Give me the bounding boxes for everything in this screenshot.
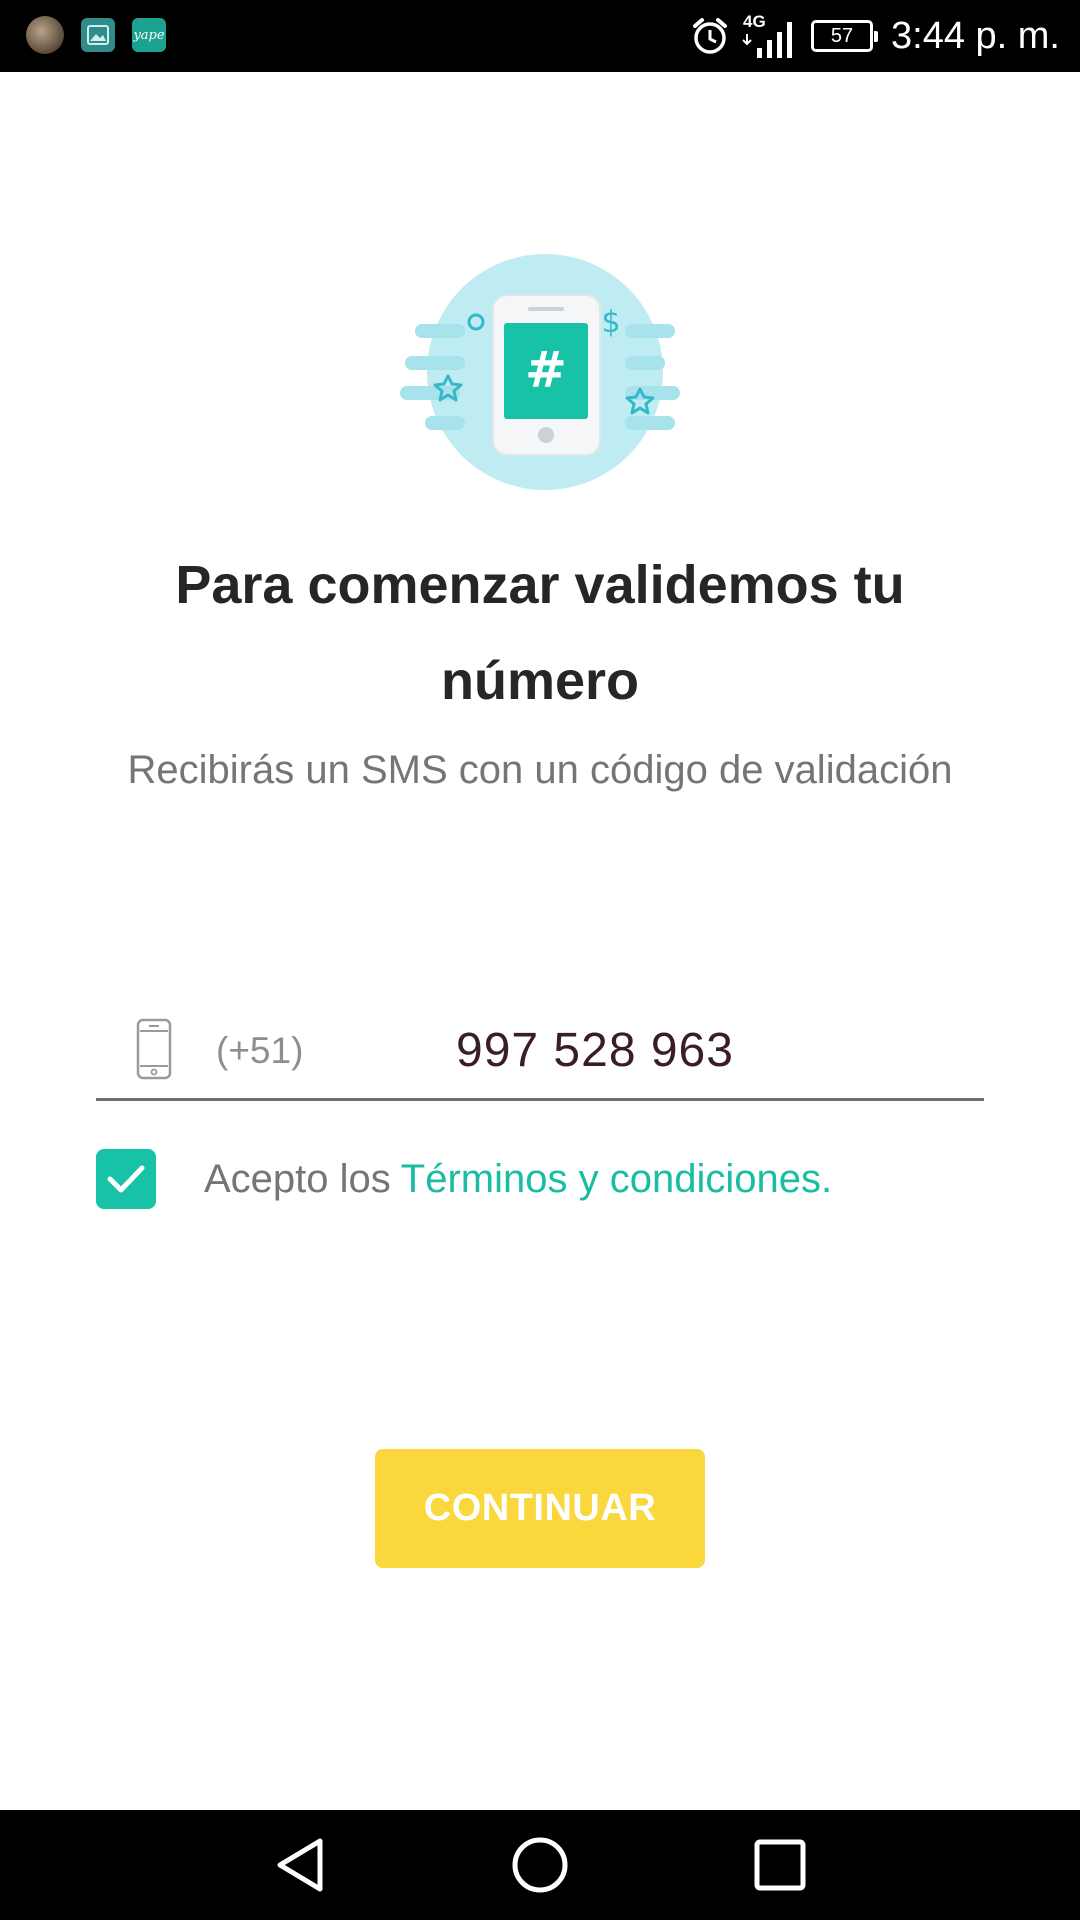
screen: yape 4G 57 3:44 p. m. # $ Para comenzar … [0, 0, 1080, 1920]
continue-button[interactable]: CONTINUAR [375, 1449, 705, 1568]
page-title: Para comenzar validemos tu número [175, 555, 905, 711]
country-code: (+51) [216, 1030, 304, 1071]
alarm-icon [693, 18, 728, 54]
checkmark-icon [107, 1165, 145, 1193]
home-icon [512, 1837, 568, 1893]
network-indicator: 4G [741, 12, 799, 60]
terms-prefix: Acepto los [204, 1156, 391, 1201]
sms-validation-illustration: # $ [400, 254, 680, 490]
system-status: 4G 57 3:44 p. m. [691, 10, 1060, 62]
terms-row: Acepto los Términos y condiciones. [96, 1148, 832, 1210]
status-bar: yape 4G 57 3:44 p. m. [0, 0, 1080, 72]
phone-number-input[interactable]: 997 528 963 [456, 1023, 734, 1078]
back-button[interactable] [265, 1830, 335, 1900]
smartphone-icon [136, 1018, 172, 1080]
gallery-icon [81, 18, 115, 52]
battery-level: 57 [830, 24, 854, 47]
terms-checkbox[interactable] [96, 1149, 156, 1209]
svg-text:#: # [525, 341, 567, 399]
yape-icon: yape [132, 18, 166, 52]
back-icon [277, 1838, 323, 1892]
svg-text:$: $ [601, 305, 620, 340]
battery-icon: 57 [811, 20, 879, 52]
signal-icon [742, 22, 793, 58]
phone-number-field[interactable]: (+51) 997 528 963 [96, 1008, 984, 1101]
terms-label: Acepto los Términos y condiciones. [204, 1157, 832, 1202]
page-subtitle: Recibirás un SMS con un código de valida… [127, 748, 953, 792]
avatar [26, 16, 64, 54]
terms-link[interactable]: Términos y condiciones. [401, 1157, 832, 1201]
clock: 3:44 p. m. [891, 14, 1060, 57]
home-button[interactable] [505, 1830, 575, 1900]
recents-icon [754, 1839, 806, 1891]
recents-button[interactable] [745, 1830, 815, 1900]
navigation-bar [0, 1810, 1080, 1920]
notification-icons: yape [26, 16, 166, 54]
